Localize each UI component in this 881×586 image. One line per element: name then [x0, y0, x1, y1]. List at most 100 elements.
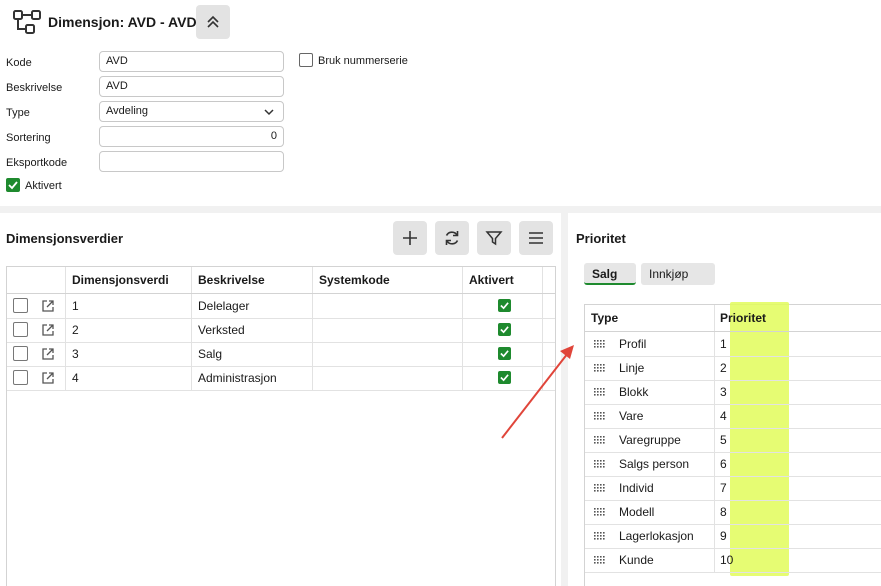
priority-row[interactable]: Blokk 3: [585, 380, 881, 405]
cell-aktivert: [462, 294, 542, 318]
cell-prioritet: 6: [720, 457, 727, 471]
cell-type: Salgs person: [619, 457, 690, 471]
kode-input[interactable]: AVD: [99, 51, 284, 72]
table-row[interactable]: 3 Salg: [7, 342, 555, 367]
cell-type: Blokk: [619, 385, 649, 399]
dimension-header-section: Dimensjon: AVD - AVD Kode AVD Beskrivels…: [0, 0, 881, 206]
cell-beskrivelse: Salg: [191, 342, 312, 366]
cell-prioritet: 7: [720, 481, 727, 495]
cell-prioritet: 2: [720, 361, 727, 375]
priority-table: Type Prioritet Profil 1 Linje 2 Blokk 3 Vare 4 V…: [584, 302, 881, 586]
kode-label: Kode: [6, 57, 32, 69]
cell-dimensjonsverdi: 1: [65, 294, 191, 318]
beskrivelse-label: Beskrivelse: [6, 82, 63, 94]
column-header-beskrivelse[interactable]: Beskrivelse: [191, 267, 312, 293]
filter-button[interactable]: [477, 221, 511, 255]
priority-row[interactable]: Kunde 10: [585, 548, 881, 573]
chevron-down-icon: [264, 109, 274, 116]
beskrivelse-input[interactable]: AVD: [99, 76, 284, 97]
drag-handle-icon[interactable]: [594, 340, 606, 348]
column-header-prioritet[interactable]: Prioritet: [720, 311, 766, 325]
eksportkode-label: Eksportkode: [6, 157, 68, 169]
tab-innkjop[interactable]: Innkjøp: [641, 263, 715, 285]
column-header-aktivert[interactable]: Aktivert: [462, 267, 542, 293]
cell-dimensjonsverdi: 2: [65, 318, 191, 342]
aktivert-label: Aktivert: [25, 180, 62, 192]
open-external-icon[interactable]: [41, 371, 55, 385]
column-header-type[interactable]: Type: [591, 311, 618, 325]
type-select[interactable]: Avdeling: [99, 101, 284, 122]
checkmark-icon: [8, 181, 18, 190]
cell-prioritet: 10: [720, 553, 734, 567]
priority-row[interactable]: Varegruppe 5: [585, 428, 881, 453]
open-external-icon[interactable]: [41, 323, 55, 337]
drag-handle-icon[interactable]: [594, 556, 606, 564]
drag-handle-icon[interactable]: [594, 388, 606, 396]
sortering-input[interactable]: 0: [99, 126, 284, 147]
priority-row[interactable]: Linje 2: [585, 356, 881, 381]
drag-handle-icon[interactable]: [594, 364, 606, 372]
cell-prioritet: 5: [720, 433, 727, 447]
drag-handle-icon[interactable]: [594, 436, 606, 444]
bruk-nummerserie-checkbox[interactable]: [299, 53, 313, 67]
priority-row[interactable]: Vare 4: [585, 404, 881, 429]
cell-systemkode: [312, 294, 462, 318]
column-header-dimensjonsverdi[interactable]: Dimensjonsverdi: [65, 267, 191, 293]
drag-handle-icon[interactable]: [594, 460, 606, 468]
priority-row[interactable]: Salgs person 6: [585, 452, 881, 477]
cell-type: Varegruppe: [619, 433, 681, 447]
type-select-value: Avdeling: [106, 105, 148, 117]
cell-prioritet: 8: [720, 505, 727, 519]
aktivert-checkbox[interactable]: [6, 178, 20, 192]
eksportkode-input[interactable]: [99, 151, 284, 172]
priority-row[interactable]: Profil 1: [585, 332, 881, 357]
open-external-icon[interactable]: [41, 347, 55, 361]
row-select-checkbox[interactable]: [13, 346, 28, 361]
column-header-spacer: [542, 267, 555, 293]
table-row[interactable]: 4 Administrasjon: [7, 366, 555, 391]
drag-handle-icon[interactable]: [594, 508, 606, 516]
priority-row[interactable]: Individ 7: [585, 476, 881, 501]
cell-beskrivelse: Delelager: [191, 294, 312, 318]
drag-handle-icon[interactable]: [594, 532, 606, 540]
tab-salg[interactable]: Salg: [584, 263, 636, 285]
drag-handle-icon[interactable]: [594, 484, 606, 492]
cell-beskrivelse: Verksted: [191, 318, 312, 342]
priority-row[interactable]: Lagerlokasjon 9: [585, 524, 881, 549]
collapse-button[interactable]: [196, 5, 230, 39]
priority-panel-title: Prioritet: [576, 231, 626, 246]
priority-table-header: Type Prioritet: [585, 305, 881, 332]
cell-type: Modell: [619, 505, 655, 519]
cell-prioritet: 4: [720, 409, 727, 423]
cell-type: Linje: [619, 361, 645, 375]
row-select-checkbox[interactable]: [13, 322, 28, 337]
menu-icon: [529, 232, 543, 244]
type-label: Type: [6, 107, 30, 119]
cell-type: Vare: [619, 409, 644, 423]
cell-type: Kunde: [619, 553, 654, 567]
table-row[interactable]: 1 Delelager: [7, 294, 555, 319]
checkmark-icon: [500, 302, 509, 310]
cell-systemkode: [312, 342, 462, 366]
open-external-icon[interactable]: [41, 299, 55, 313]
refresh-button[interactable]: [435, 221, 469, 255]
cell-prioritet: 3: [720, 385, 727, 399]
priority-row[interactable]: Modell 8: [585, 500, 881, 525]
cell-beskrivelse: Administrasjon: [191, 366, 312, 390]
cell-dimensjonsverdi: 3: [65, 342, 191, 366]
add-button[interactable]: [393, 221, 427, 255]
bruk-nummerserie-label: Bruk nummerserie: [318, 55, 408, 67]
drag-handle-icon[interactable]: [594, 412, 606, 420]
menu-button[interactable]: [519, 221, 553, 255]
aktivert-check: [498, 299, 511, 312]
cell-type: Lagerlokasjon: [619, 529, 694, 543]
row-select-checkbox[interactable]: [13, 370, 28, 385]
column-header-systemkode[interactable]: Systemkode: [312, 267, 462, 293]
sortering-label: Sortering: [6, 132, 51, 144]
values-panel-title: Dimensjonsverdier: [6, 231, 124, 246]
cell-prioritet: 1: [720, 337, 727, 351]
table-row[interactable]: 2 Verksted: [7, 318, 555, 343]
page-title: Dimensjon: AVD - AVD: [48, 14, 197, 30]
row-select-checkbox[interactable]: [13, 298, 28, 313]
annotation-arrow: [501, 345, 574, 439]
